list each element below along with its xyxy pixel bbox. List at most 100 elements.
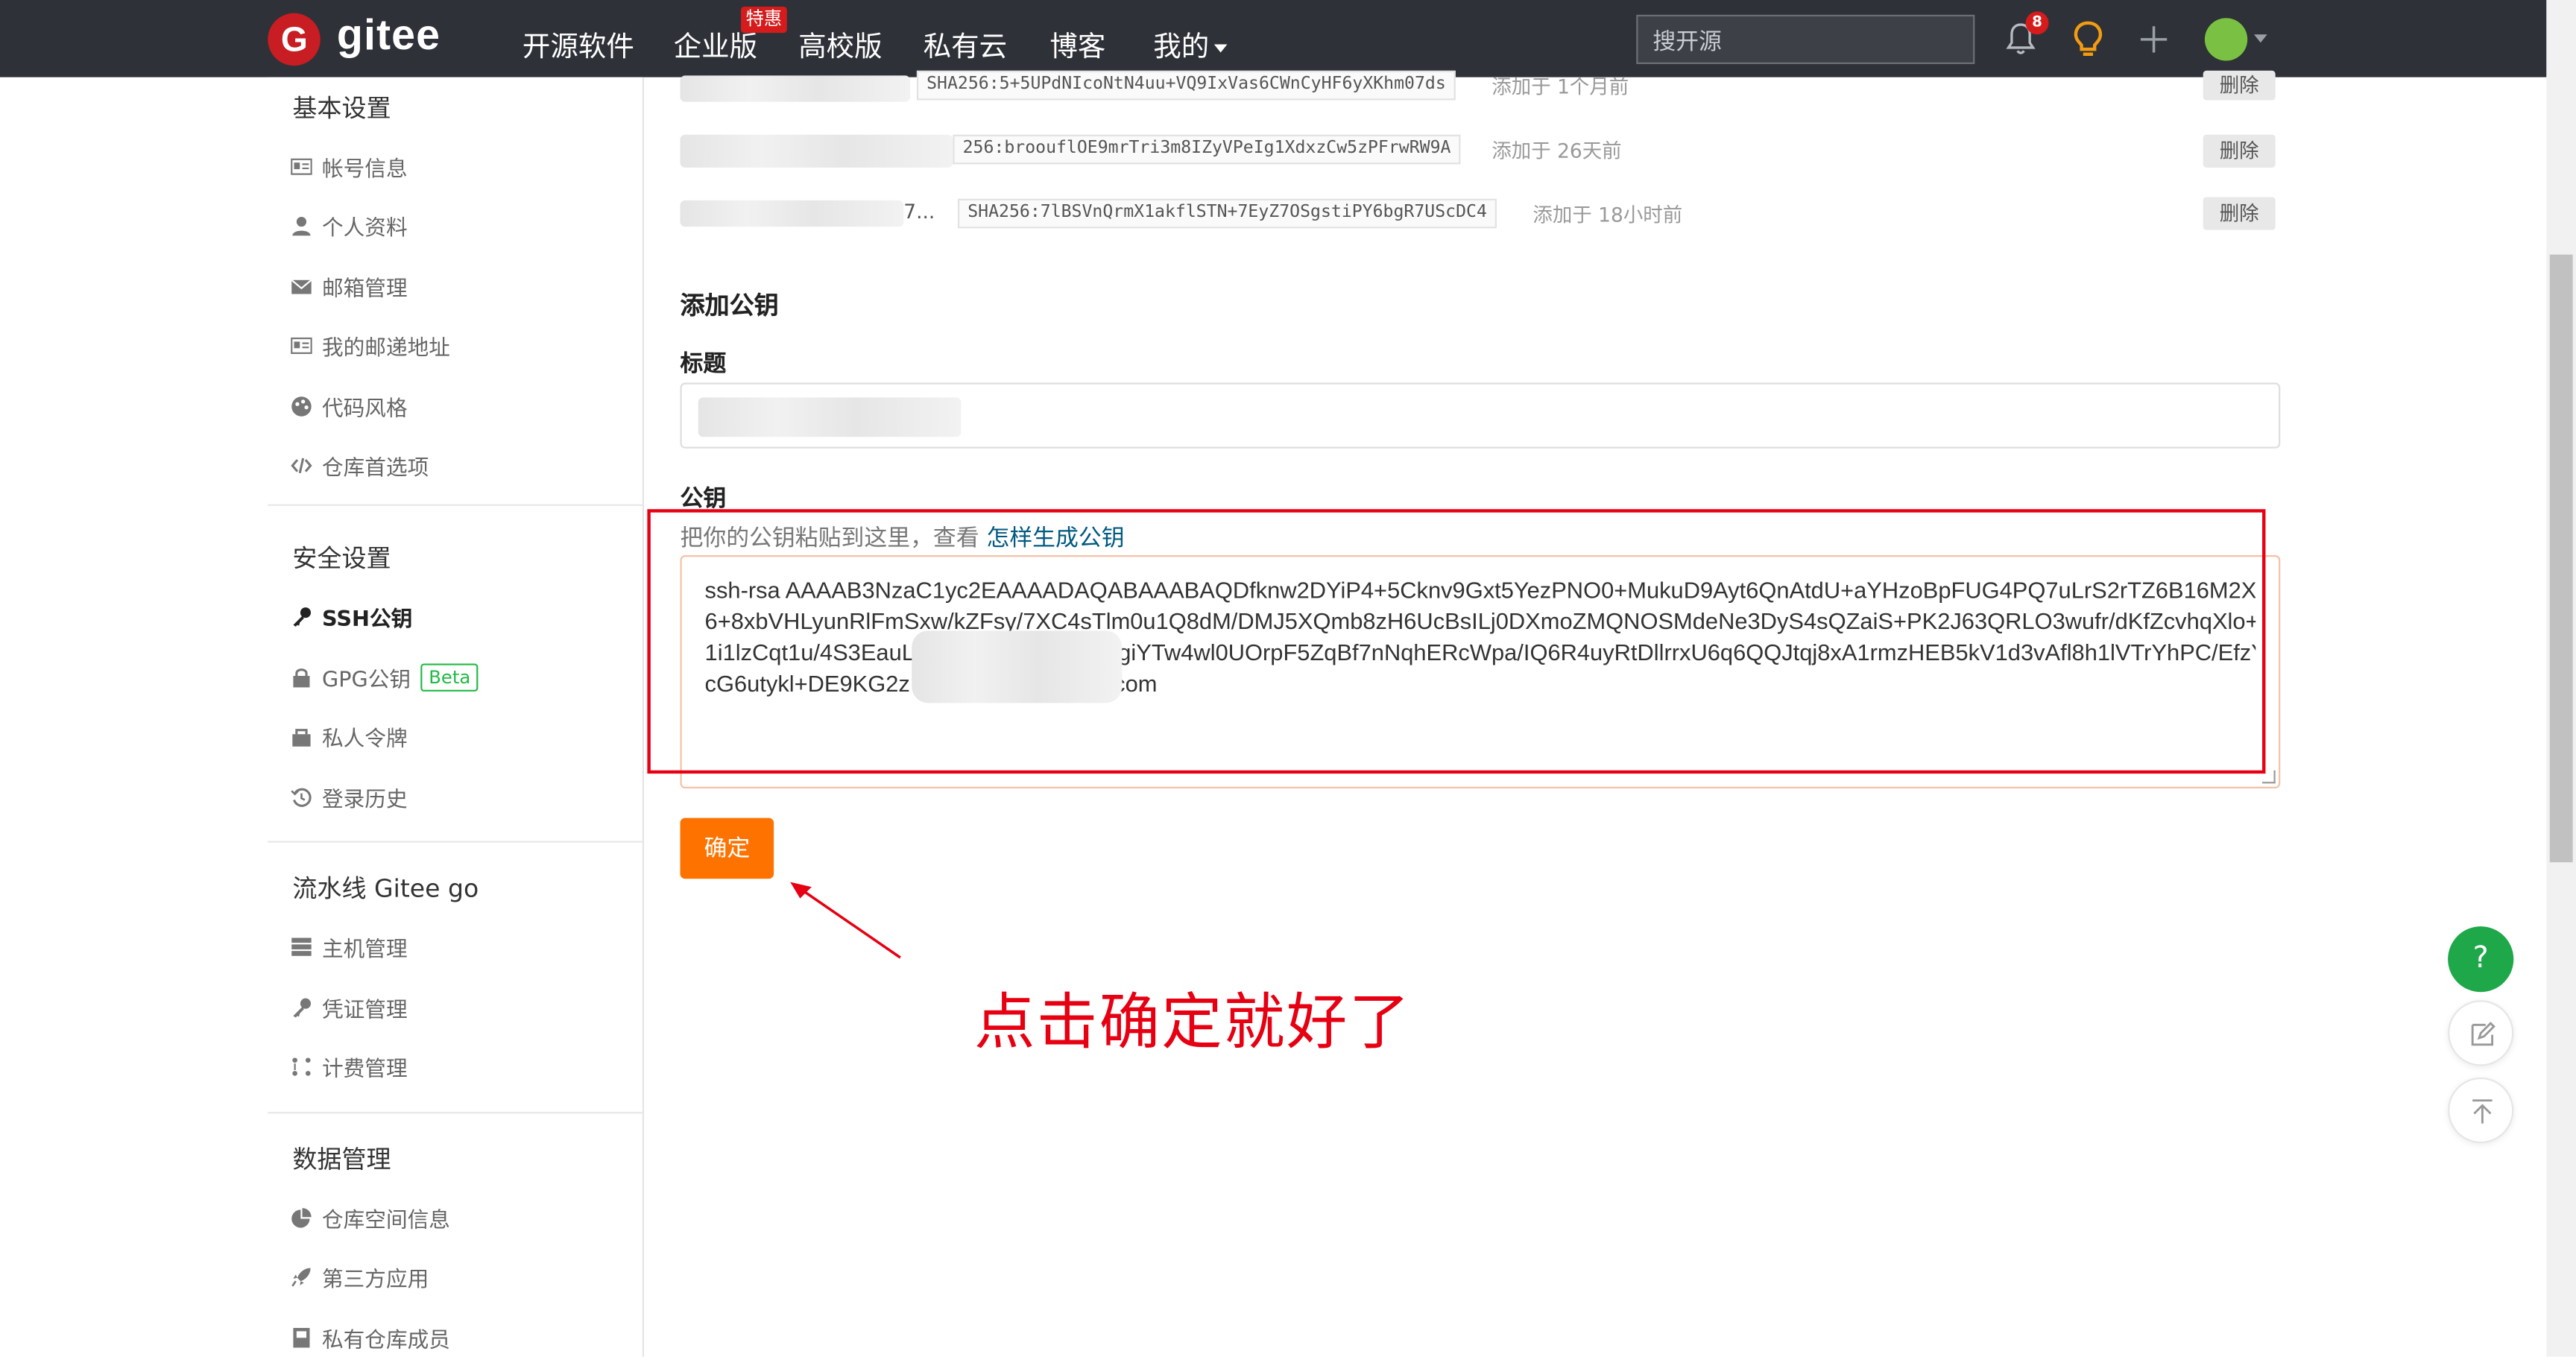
- sidebar-item-account[interactable]: 帐号信息: [291, 150, 408, 183]
- sidebar-item-label: 主机管理: [322, 937, 408, 962]
- sidebar-item-credentials[interactable]: 凭证管理: [291, 990, 408, 1023]
- sidebar-item-label: 私有仓库成员: [322, 1328, 450, 1353]
- sidebar-item-label: 登录历史: [322, 787, 408, 812]
- server-icon: [291, 937, 312, 955]
- redacted-title-value: [698, 397, 962, 437]
- sidebar-item-private-tokens[interactable]: 私人令牌: [291, 719, 408, 752]
- sidebar-item-label: 私人令牌: [322, 727, 408, 752]
- annotation-highlight-box: [647, 509, 2266, 774]
- sidebar-item-label: 个人资料: [322, 215, 408, 241]
- ssh-key-row: 256:broouflOE9mrTri3m8IZyVPeIg1XdxzCw5zP…: [680, 133, 2323, 168]
- sidebar-item-ssh-keys[interactable]: SSH公钥: [291, 599, 412, 632]
- back-to-top-button[interactable]: [2448, 1077, 2514, 1144]
- sidebar-divider: [268, 504, 643, 506]
- ssh-key-row: 7... SHA256:7lBSVnQrmX1akflSTN+7EyZ7OSgs…: [680, 197, 2323, 230]
- key-icon: [293, 997, 312, 1017]
- sidebar-item-repo-preferences[interactable]: 仓库首选项: [291, 449, 429, 481]
- gitee-logo-icon[interactable]: G: [268, 13, 321, 66]
- nav-education[interactable]: 高校版: [798, 23, 882, 64]
- key-added-time: 添加于 1个月前: [1491, 75, 1629, 99]
- sidebar-item-third-party-apps[interactable]: 第三方应用: [291, 1260, 429, 1293]
- sidebar-item-repo-space[interactable]: 仓库空间信息: [291, 1201, 450, 1233]
- pie-chart-icon: [291, 1207, 312, 1227]
- delete-key-button[interactable]: 删除: [2203, 134, 2276, 168]
- search-input[interactable]: 搜开源: [1636, 14, 1975, 64]
- notification-count-badge: 8: [2025, 11, 2049, 35]
- sidebar-heading-security: 安全设置: [292, 543, 391, 574]
- sidebar-item-gpg-keys[interactable]: GPG公钥 Beta: [291, 660, 479, 693]
- address-card-icon: [291, 336, 312, 353]
- sidebar-divider: [268, 841, 643, 843]
- annotation-text: 点击确定就好了: [974, 987, 1412, 1058]
- billing-icon: [292, 1057, 311, 1075]
- avatar[interactable]: [2204, 18, 2248, 61]
- key-added-time: 添加于 18小时前: [1532, 203, 1683, 227]
- key-icon: [293, 606, 312, 626]
- sidebar-item-label: 计费管理: [322, 1057, 408, 1082]
- promo-badge: 特惠: [741, 6, 787, 34]
- brand-name[interactable]: gitee: [337, 10, 441, 60]
- envelope-icon: [291, 278, 312, 294]
- chevron-down-icon: [1213, 43, 1228, 52]
- sidebar-heading-data: 数据管理: [292, 1145, 391, 1174]
- beta-badge: Beta: [420, 662, 479, 691]
- arrow-up-icon: [2472, 1099, 2493, 1124]
- plus-icon[interactable]: [2138, 23, 2171, 56]
- nav-private-cloud[interactable]: 私有云: [924, 23, 1007, 64]
- delete-key-button[interactable]: 删除: [2203, 197, 2276, 230]
- redacted-key-title: [680, 200, 904, 227]
- sidebar-item-label: 代码风格: [322, 396, 408, 422]
- id-card-icon: [291, 157, 312, 174]
- sidebar-item-login-history[interactable]: 登录历史: [291, 780, 408, 813]
- delete-key-button[interactable]: 删除: [2203, 70, 2276, 101]
- sidebar-item-label: 我的邮递地址: [322, 335, 450, 361]
- key-added-time: 添加于 26天前: [1491, 139, 1622, 163]
- sidebar-heading-basic: 基本设置: [292, 93, 391, 124]
- sidebar-heading-pipeline: 流水线 Gitee go: [292, 873, 479, 904]
- nav-mine[interactable]: 我的: [1153, 23, 1228, 64]
- add-key-section-title: 添加公钥: [680, 291, 779, 320]
- feedback-button[interactable]: [2448, 1000, 2514, 1066]
- redacted-key-title: [680, 134, 953, 168]
- key-fingerprint: SHA256:5+5UPdNIcoNtN4uu+VQ9IxVas6CWnCyHF…: [916, 70, 1456, 101]
- key-title-input[interactable]: [680, 382, 2281, 449]
- sidebar-item-label: 邮箱管理: [322, 276, 408, 302]
- sidebar-item-label: 凭证管理: [322, 997, 408, 1023]
- palette-icon: [291, 396, 312, 416]
- member-icon: [293, 1326, 310, 1347]
- history-icon: [291, 787, 312, 806]
- sidebar-item-billing[interactable]: 计费管理: [291, 1049, 408, 1082]
- ssh-key-row: SHA256:5+5UPdNIcoNtN4uu+VQ9IxVas6CWnCyHF…: [680, 70, 2323, 104]
- logo-letter: G: [280, 21, 308, 60]
- sidebar-item-address[interactable]: 我的邮递地址: [291, 329, 450, 361]
- nav-mine-label: 我的: [1153, 31, 1210, 64]
- annotation-arrow: [790, 882, 901, 959]
- sidebar-item-label: GPG公钥: [322, 667, 411, 693]
- redacted-key-title: [680, 75, 911, 102]
- sidebar-item-label: 仓库空间信息: [322, 1208, 450, 1233]
- token-icon: [292, 728, 311, 746]
- confirm-button[interactable]: 确定: [680, 817, 774, 879]
- key-title-suffix: 7...: [903, 200, 935, 224]
- lock-icon: [293, 668, 310, 687]
- sidebar-item-hosts[interactable]: 主机管理: [291, 930, 408, 963]
- sidebar-item-email[interactable]: 邮箱管理: [291, 269, 408, 302]
- lightbulb-icon[interactable]: [2070, 19, 2106, 59]
- sidebar-item-private-repo-members[interactable]: 私有仓库成员: [291, 1320, 450, 1353]
- nav-open-source[interactable]: 开源软件: [523, 23, 634, 64]
- key-fingerprint: SHA256:7lBSVnQrmX1akflSTN+7EyZ7OSgstiPY6…: [957, 198, 1497, 229]
- nav-blog[interactable]: 博客: [1049, 23, 1105, 64]
- sidebar-item-code-style[interactable]: 代码风格: [291, 389, 408, 422]
- scrollbar-thumb[interactable]: [2549, 254, 2573, 863]
- code-icon: [291, 457, 312, 473]
- user-icon: [292, 215, 311, 235]
- sidebar-item-label: 第三方应用: [322, 1267, 429, 1292]
- edit-icon: [2471, 1022, 2496, 1046]
- top-nav: G gitee 开源软件 企业版 特惠 高校版 私有云 博客 我的 搜开源 8: [0, 0, 2547, 78]
- title-label: 标题: [680, 351, 727, 378]
- sidebar-item-profile[interactable]: 个人资料: [291, 209, 408, 241]
- help-button[interactable]: ?: [2448, 926, 2514, 993]
- settings-sidebar: 基本设置 帐号信息 个人资料 邮箱管理 我的邮递地址 代码风格 仓库首选项 安全…: [268, 77, 645, 1357]
- avatar-chevron-down-icon[interactable]: [2254, 34, 2267, 43]
- key-fingerprint: 256:broouflOE9mrTri3m8IZyVPeIg1XdxzCw5zP…: [953, 134, 1461, 165]
